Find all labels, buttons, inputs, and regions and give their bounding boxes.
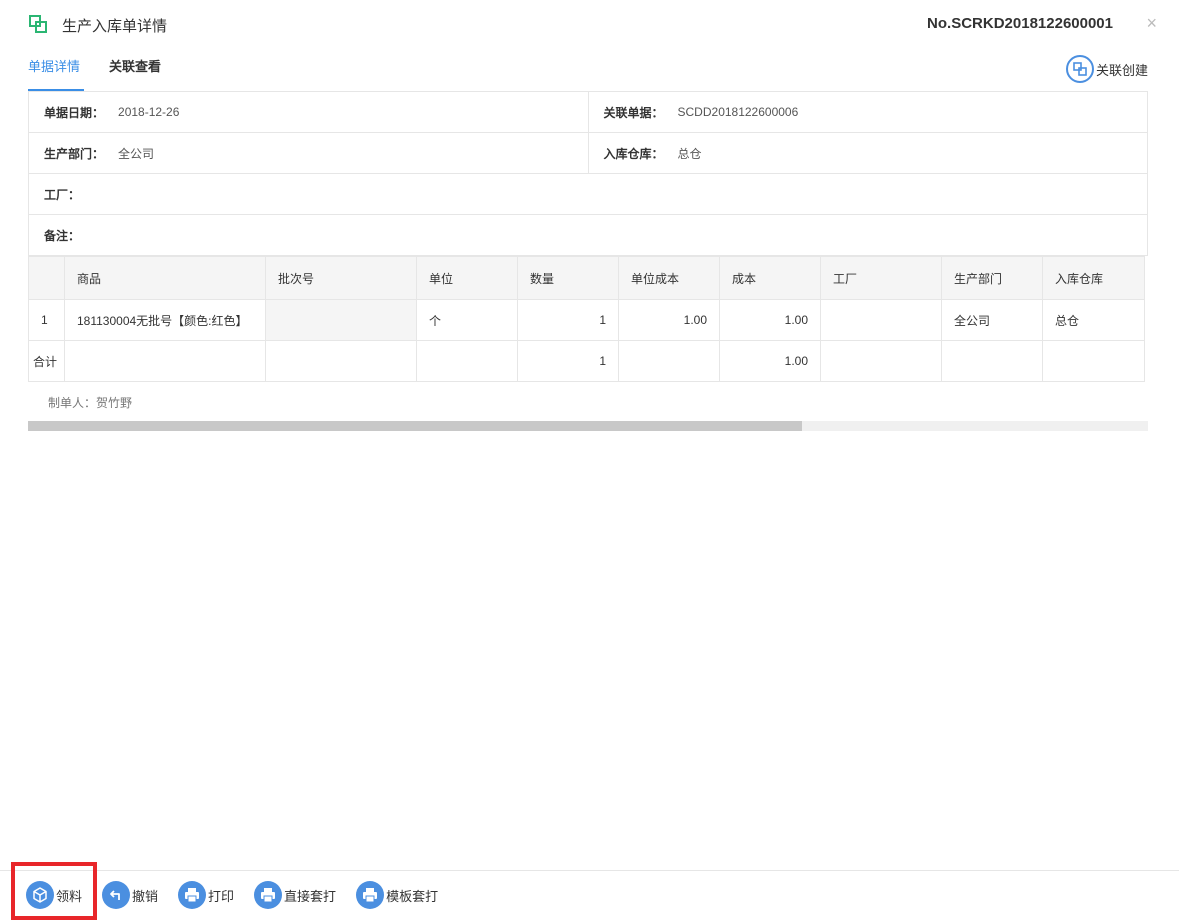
quantity-cell: 1 [517,299,619,341]
total-quantity: 1 [517,340,619,382]
link-create-label: 关联创建 [1095,62,1148,78]
scrollbar-thumb[interactable] [28,421,802,431]
document-number: No.SCRKD2018122600001 [927,15,1113,32]
info-cell-related: 关联单据： SCDD2018122600006 [587,92,1148,132]
direct-template-print-button[interactable]: 直接套打 [254,881,336,909]
total-label: 合计 [28,340,65,382]
column-header: 入库仓库 [1042,256,1145,300]
revoke-button[interactable]: 撤销 [102,881,158,909]
column-header: 生产部门 [941,256,1043,300]
print-button[interactable]: 打印 [178,881,234,909]
total-cell [64,340,266,382]
total-cell [941,340,1043,382]
related-doc-label: 关联单据： [603,105,664,120]
info-cell-date: 单据日期： 2018-12-26 [29,92,588,132]
table-row: 1 181130004无批号【颜色:红色】 个 1 1.00 1.00 全公司 … [28,299,1145,341]
total-cell [1042,340,1145,382]
factory-cell [820,299,942,341]
column-header: 单位 [416,256,518,300]
dept-label: 生产部门： [44,146,105,161]
total-cell [820,340,942,382]
items-table-wrapper: 商品 批次号 单位 数量 单位成本 成本 工厂 生产部门 入库仓库 1 1811… [28,256,1148,431]
info-row: 单据日期： 2018-12-26 关联单据： SCDD2018122600006 [29,92,1147,133]
related-doc-value: SCDD2018122600006 [677,105,799,119]
dept-cell: 全公司 [941,299,1043,341]
batch-cell [265,299,417,341]
column-header: 成本 [719,256,821,300]
unit-cost-cell: 1.00 [618,299,720,341]
info-row: 生产部门： 全公司 入库仓库： 总仓 [29,133,1147,174]
link-create-button[interactable]: 关联创建 [1065,55,1148,83]
info-cell-dept: 生产部门： 全公司 [29,133,588,173]
highlight-box [11,862,97,920]
dialog-title: 生产入库单详情 [62,18,168,35]
info-cell-warehouse: 入库仓库： 总仓 [587,133,1148,173]
table-total-row: 合计 1 1.00 [28,340,1145,382]
column-header: 单位成本 [618,256,720,300]
total-cost: 1.00 [719,340,821,382]
document-copy-icon [29,15,47,33]
direct-template-print-label: 直接套打 [284,888,337,904]
tab-related-view[interactable]: 关联查看 [109,56,161,75]
document-maker: 制单人：贺竹野 [48,396,133,410]
info-cell-remark: 备注： [29,215,1147,255]
total-cell [618,340,720,382]
row-index: 1 [28,299,65,341]
remark-label: 备注： [44,228,81,243]
undo-icon [102,881,131,909]
info-row: 工厂： [29,174,1147,215]
items-table: 商品 批次号 单位 数量 单位成本 成本 工厂 生产部门 入库仓库 1 1811… [28,256,1145,382]
revoke-label: 撤销 [132,888,159,904]
warehouse-cell: 总仓 [1042,299,1145,341]
cost-cell: 1.00 [719,299,821,341]
print-label: 打印 [208,888,235,904]
tab-document-details[interactable]: 单据详情 [28,56,80,75]
printer-icon [178,881,207,909]
table-header-row: 商品 批次号 单位 数量 单位成本 成本 工厂 生产部门 入库仓库 [28,256,1145,300]
printer-icon [356,881,385,909]
template-print-label: 模板套打 [386,888,439,904]
dialog-header: 生产入库单详情 No.SCRKD2018122600001 × [0,0,1179,48]
link-create-icon [1065,55,1094,83]
close-icon[interactable]: × [1146,13,1157,34]
column-header: 商品 [64,256,266,300]
dept-value: 全公司 [118,146,155,161]
warehouse-value: 总仓 [677,146,702,161]
horizontal-scrollbar[interactable] [28,421,1148,431]
column-header: 工厂 [820,256,942,300]
info-row: 备注： [29,215,1147,256]
date-value: 2018-12-26 [118,105,180,119]
warehouse-label: 入库仓库： [603,146,664,161]
unit-cell: 个 [416,299,518,341]
product-cell: 181130004无批号【颜色:红色】 [64,299,266,341]
date-label: 单据日期： [44,105,105,120]
factory-label: 工厂： [44,187,81,202]
total-cell [416,340,518,382]
document-info-panel: 单据日期： 2018-12-26 关联单据： SCDD2018122600006… [28,92,1148,256]
total-cell [265,340,417,382]
printer-icon [254,881,283,909]
column-header: 数量 [517,256,619,300]
footer-divider [0,870,1179,871]
column-header [28,256,65,300]
info-cell-factory: 工厂： [29,174,1147,214]
column-header: 批次号 [265,256,417,300]
template-print-button[interactable]: 模板套打 [356,881,438,909]
